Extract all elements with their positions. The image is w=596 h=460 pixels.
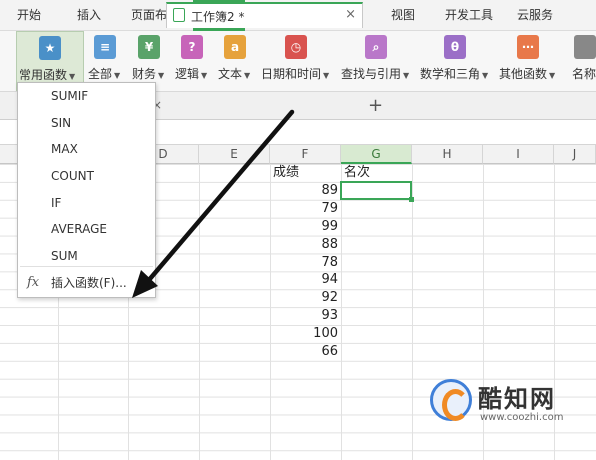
coozhi-logo-icon: [430, 379, 472, 421]
watermark-brand: 酷知网: [478, 385, 556, 413]
watermark-url: www.coozhi.com: [480, 412, 564, 423]
watermark: 酷知网 www.coozhi.com: [430, 375, 590, 437]
